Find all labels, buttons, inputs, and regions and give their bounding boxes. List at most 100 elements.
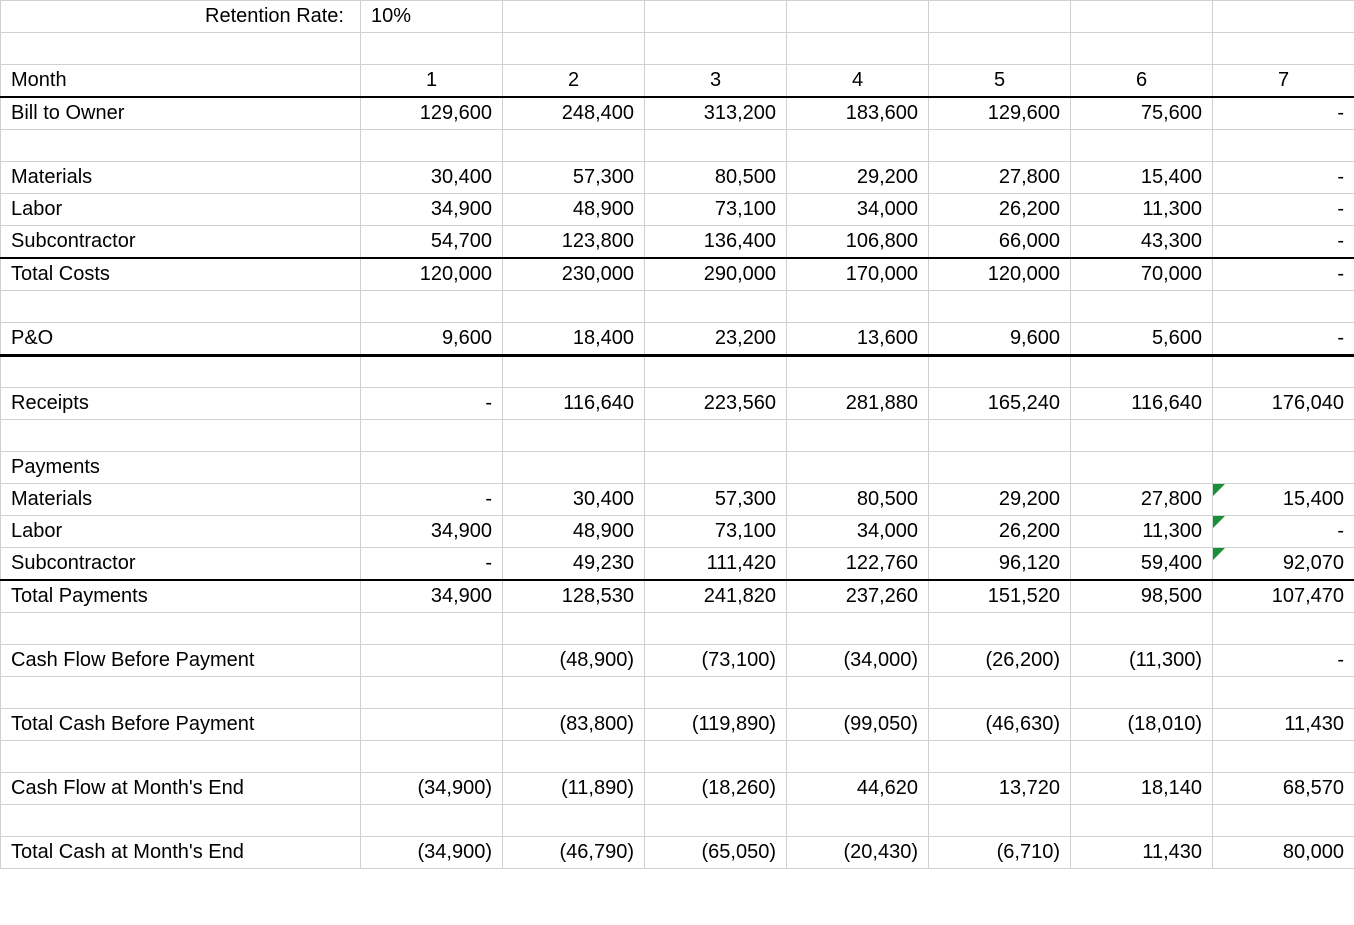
cell[interactable]: (46,630)	[929, 709, 1071, 741]
cell[interactable]: 57,300	[645, 484, 787, 516]
cell[interactable]: 29,200	[787, 162, 929, 194]
empty-cell[interactable]	[645, 130, 787, 162]
cell[interactable]: 241,820	[645, 580, 787, 613]
cell[interactable]: 48,900	[503, 516, 645, 548]
cell[interactable]: 18,400	[503, 323, 645, 356]
cell[interactable]: 106,800	[787, 226, 929, 259]
cell[interactable]: 11,300	[1071, 194, 1213, 226]
row-label[interactable]: Total Payments	[1, 580, 361, 613]
cell[interactable]: (26,200)	[929, 645, 1071, 677]
cell[interactable]: (11,890)	[503, 773, 645, 805]
cell[interactable]: (73,100)	[645, 645, 787, 677]
cell[interactable]: (11,300)	[1071, 645, 1213, 677]
cell[interactable]: 129,600	[929, 97, 1071, 130]
empty-cell[interactable]	[645, 613, 787, 645]
empty-cell[interactable]	[361, 33, 503, 65]
cell[interactable]	[503, 452, 645, 484]
cell[interactable]: -	[1213, 226, 1354, 259]
row-label[interactable]: Materials	[1, 484, 361, 516]
cell[interactable]: 73,100	[645, 194, 787, 226]
empty-cell[interactable]	[1071, 677, 1213, 709]
month-col[interactable]: 6	[1071, 65, 1213, 98]
cell[interactable]: 29,200	[929, 484, 1071, 516]
cell[interactable]	[787, 452, 929, 484]
empty-cell[interactable]	[787, 1, 929, 33]
cell[interactable]: 44,620	[787, 773, 929, 805]
empty-cell[interactable]	[787, 805, 929, 837]
empty-cell[interactable]	[361, 613, 503, 645]
empty-cell[interactable]	[787, 291, 929, 323]
cell[interactable]: 9,600	[361, 323, 503, 356]
cell[interactable]: 66,000	[929, 226, 1071, 259]
empty-cell[interactable]	[1213, 1, 1354, 33]
cell[interactable]: (34,900)	[361, 837, 503, 869]
empty-cell[interactable]	[1, 613, 361, 645]
cell[interactable]: 30,400	[503, 484, 645, 516]
cell[interactable]: 9,600	[929, 323, 1071, 356]
cell[interactable]: 281,880	[787, 388, 929, 420]
cell[interactable]: 111,420	[645, 548, 787, 581]
empty-cell[interactable]	[1213, 805, 1354, 837]
empty-cell[interactable]	[645, 33, 787, 65]
cell[interactable]: 313,200	[645, 97, 787, 130]
cell[interactable]: 11,300	[1071, 516, 1213, 548]
cell[interactable]: 57,300	[503, 162, 645, 194]
cell[interactable]: 116,640	[503, 388, 645, 420]
empty-cell[interactable]	[929, 1, 1071, 33]
empty-cell[interactable]	[1213, 130, 1354, 162]
cell[interactable]: 34,900	[361, 194, 503, 226]
row-label[interactable]: Subcontractor	[1, 548, 361, 581]
cell[interactable]: 34,000	[787, 516, 929, 548]
cell[interactable]: (65,050)	[645, 837, 787, 869]
cell[interactable]: 34,900	[361, 516, 503, 548]
row-label[interactable]: Payments	[1, 452, 361, 484]
cell[interactable]: -	[1213, 162, 1354, 194]
empty-cell[interactable]	[645, 805, 787, 837]
cell[interactable]: -	[1213, 645, 1354, 677]
empty-cell[interactable]	[503, 130, 645, 162]
cell[interactable]	[361, 452, 503, 484]
cell[interactable]: 96,120	[929, 548, 1071, 581]
month-col[interactable]: 4	[787, 65, 929, 98]
empty-cell[interactable]	[361, 420, 503, 452]
empty-cell[interactable]	[929, 613, 1071, 645]
cell[interactable]: 107,470	[1213, 580, 1354, 613]
cell[interactable]: -	[361, 388, 503, 420]
cell[interactable]: 70,000	[1071, 258, 1213, 291]
cell[interactable]: -	[1213, 194, 1354, 226]
cell[interactable]: 237,260	[787, 580, 929, 613]
cell[interactable]: 13,720	[929, 773, 1071, 805]
row-label[interactable]: Labor	[1, 516, 361, 548]
cell[interactable]: 151,520	[929, 580, 1071, 613]
empty-cell[interactable]	[787, 130, 929, 162]
cell[interactable]: 176,040	[1213, 388, 1354, 420]
row-label[interactable]: Total Cash at Month's End	[1, 837, 361, 869]
cell[interactable]: (18,260)	[645, 773, 787, 805]
cell[interactable]: (119,890)	[645, 709, 787, 741]
empty-cell[interactable]	[1, 356, 361, 388]
empty-cell[interactable]	[1071, 805, 1213, 837]
cell[interactable]: 30,400	[361, 162, 503, 194]
empty-cell[interactable]	[503, 356, 645, 388]
month-label[interactable]: Month	[1, 65, 361, 98]
empty-cell[interactable]	[1, 805, 361, 837]
cell[interactable]: (83,800)	[503, 709, 645, 741]
cell[interactable]: (34,900)	[361, 773, 503, 805]
row-label[interactable]: Total Cash Before Payment	[1, 709, 361, 741]
cell[interactable]: 15,400	[1071, 162, 1213, 194]
empty-cell[interactable]	[1071, 33, 1213, 65]
cell[interactable]: 122,760	[787, 548, 929, 581]
empty-cell[interactable]	[787, 33, 929, 65]
cell[interactable]: -	[1213, 516, 1354, 548]
empty-cell[interactable]	[1071, 741, 1213, 773]
cell[interactable]: 43,300	[1071, 226, 1213, 259]
empty-cell[interactable]	[503, 613, 645, 645]
cell[interactable]: -	[1213, 323, 1354, 356]
empty-cell[interactable]	[503, 1, 645, 33]
cell[interactable]: 18,140	[1071, 773, 1213, 805]
month-col[interactable]: 3	[645, 65, 787, 98]
month-col[interactable]: 7	[1213, 65, 1354, 98]
cell[interactable]: 92,070	[1213, 548, 1354, 581]
row-label[interactable]: P&O	[1, 323, 361, 356]
empty-cell[interactable]	[1213, 356, 1354, 388]
